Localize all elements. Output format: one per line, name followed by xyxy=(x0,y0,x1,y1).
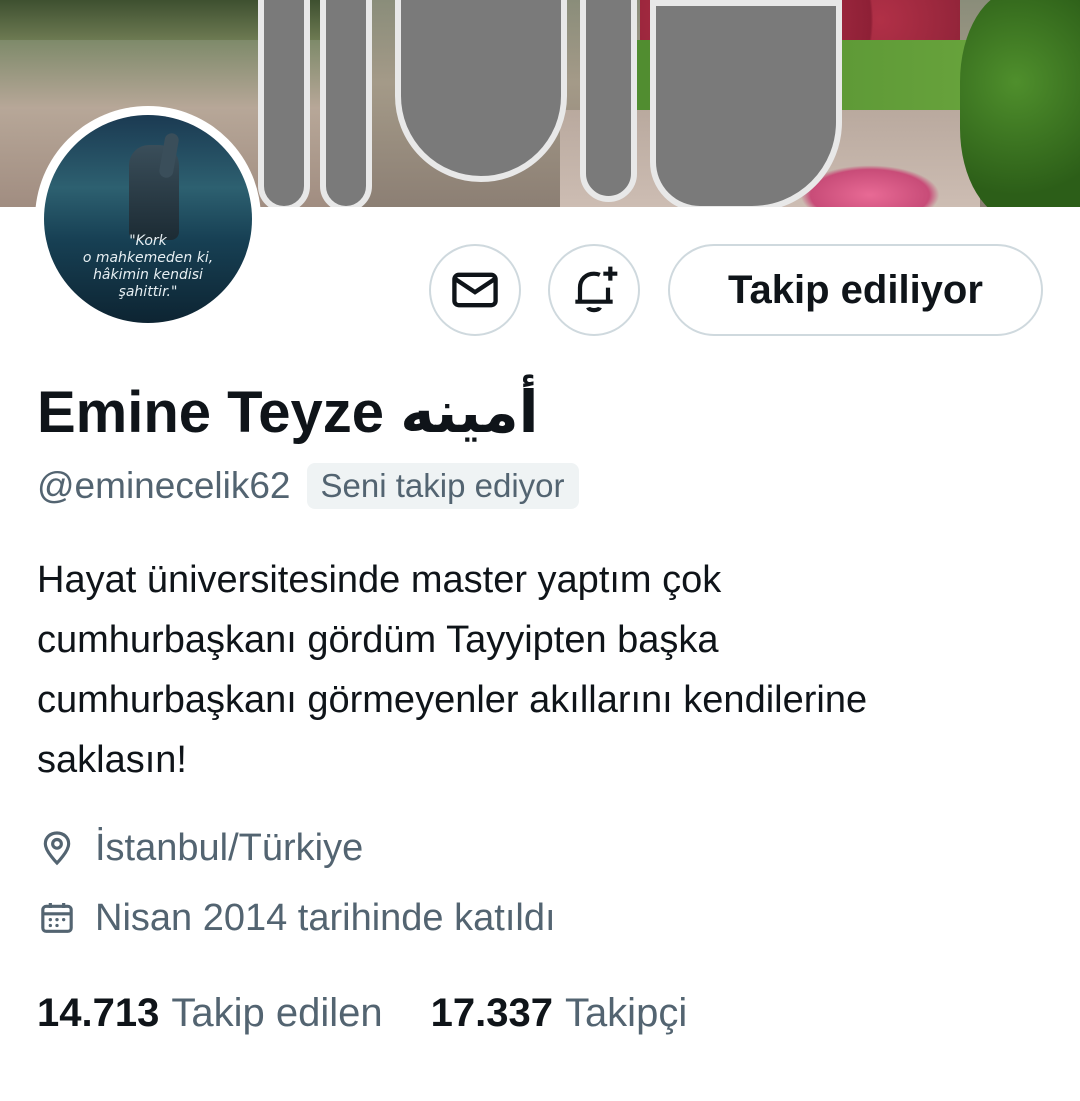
location-pin-icon xyxy=(43,831,71,866)
joined-row: Nisan 2014 tarihinde katıldı xyxy=(37,892,556,944)
envelope-icon xyxy=(452,272,498,308)
calligraphy-sculpture xyxy=(258,0,310,207)
avatar-quote: "Kork o mahkemeden ki, hâkimin kendisi ş… xyxy=(82,233,214,300)
followers-label: Takipçi xyxy=(564,990,688,1035)
following-button[interactable]: Takip ediliyor xyxy=(668,244,1043,336)
bell-plus-icon xyxy=(575,266,618,313)
notifications-button[interactable] xyxy=(548,244,640,336)
followers-link[interactable]: 17.337 Takipçi xyxy=(431,991,688,1036)
follows-you-badge: Seni takip ediyor xyxy=(306,463,579,509)
calendar-icon xyxy=(41,903,73,933)
followers-count: 17.337 xyxy=(430,990,553,1035)
following-count: 14.713 xyxy=(37,990,160,1035)
display-name: Emine Teyze أمينه xyxy=(37,380,539,445)
calligraphy-sculpture xyxy=(650,0,842,207)
following-link[interactable]: 14.713 Takip edilen xyxy=(37,991,383,1036)
joined-text: Nisan 2014 tarihinde katıldı xyxy=(95,896,556,939)
location-text: İstanbul/Türkiye xyxy=(95,826,364,869)
location-row: İstanbul/Türkiye xyxy=(37,822,363,874)
calligraphy-sculpture xyxy=(395,0,567,182)
following-label: Takip edilen xyxy=(171,990,383,1035)
username-handle: @eminecelik62 xyxy=(37,465,291,506)
follow-stats: 14.713 Takip edilen 17.337 Takipçi xyxy=(37,985,687,1041)
calligraphy-sculpture xyxy=(320,0,372,207)
profile-bio: Hayat üniversitesinde master yaptım çok … xyxy=(37,559,868,781)
calligraphy-sculpture xyxy=(580,0,637,202)
handle-row: @eminecelik62 Seni takip ediyor xyxy=(37,462,579,510)
message-button[interactable] xyxy=(429,244,521,336)
avatar[interactable]: "Kork o mahkemeden ki, hâkimin kendisi ş… xyxy=(44,115,252,323)
banner-bush xyxy=(960,0,1080,207)
